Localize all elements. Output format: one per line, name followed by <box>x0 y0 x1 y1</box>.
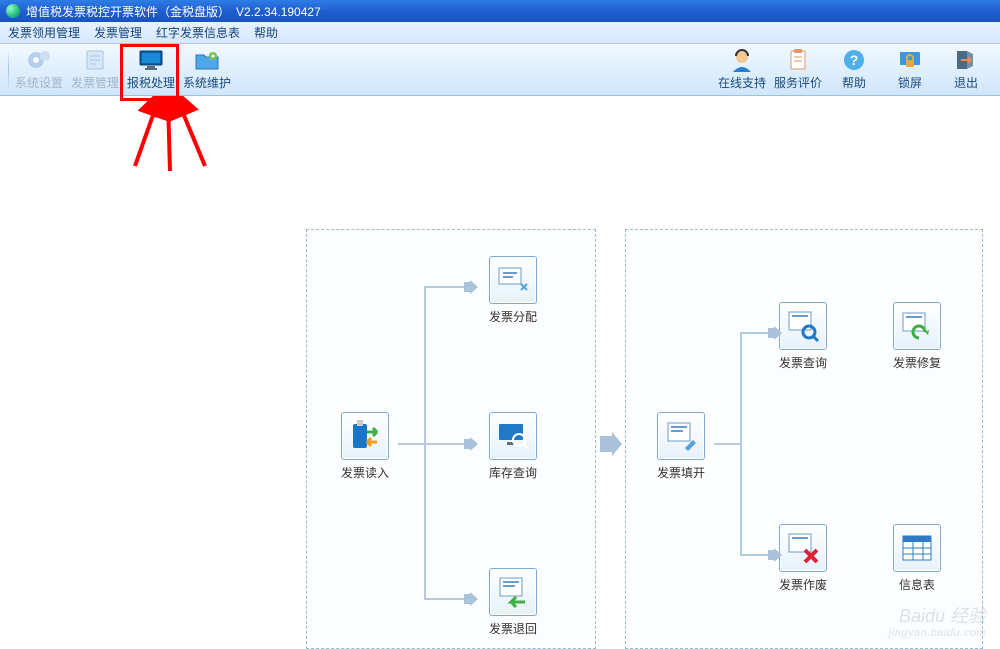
app-icon <box>6 4 20 18</box>
tool-label: 发票管理 <box>71 74 119 91</box>
node-label: 信息表 <box>899 576 935 593</box>
tool-invoice-mgmt[interactable]: 发票管理 <box>67 48 123 91</box>
divider <box>8 48 9 92</box>
lock-icon <box>896 48 924 72</box>
node-label: 发票分配 <box>489 308 537 325</box>
svg-text:?: ? <box>850 52 859 68</box>
tool-label: 报税处理 <box>127 74 175 91</box>
folder-gear-icon <box>193 48 221 72</box>
node-label: 库存查询 <box>489 464 537 481</box>
menu-invoice-collect[interactable]: 发票领用管理 <box>8 24 80 41</box>
tool-label: 退出 <box>954 74 978 91</box>
node-invoice-fill[interactable]: 发票填开 <box>650 412 712 481</box>
node-invoice-repair[interactable]: 发票修复 <box>886 302 948 371</box>
menu-invoice-mgmt[interactable]: 发票管理 <box>94 24 142 41</box>
arrow-right-icon <box>464 592 478 606</box>
help-icon: ? <box>840 48 868 72</box>
clipboard-icon <box>784 48 812 72</box>
node-invoice-return[interactable]: 发票退回 <box>482 568 544 637</box>
node-invoice-allocate[interactable]: 发票分配 <box>482 256 544 325</box>
tool-label: 系统设置 <box>15 74 63 91</box>
node-label: 发票修复 <box>893 354 941 371</box>
titlebar: 增值税发票税控开票软件（金税盘版） V2.2.34.190427 <box>0 0 1000 22</box>
node-stock-query[interactable]: 库存查询 <box>482 412 544 481</box>
tool-help[interactable]: ? 帮助 <box>826 48 882 91</box>
tool-exit[interactable]: 退出 <box>938 48 994 91</box>
connector <box>424 598 466 600</box>
invoice-repair-icon <box>893 302 941 350</box>
arrow-right-icon <box>464 280 478 294</box>
tool-label: 锁屏 <box>898 74 922 91</box>
invoice-edit-icon <box>657 412 705 460</box>
tool-label: 帮助 <box>842 74 866 91</box>
node-label: 发票作废 <box>779 576 827 593</box>
node-label: 发票填开 <box>657 464 705 481</box>
connector <box>740 554 770 556</box>
menubar: 发票领用管理 发票管理 红字发票信息表 帮助 <box>0 22 1000 44</box>
arrow-right-icon <box>464 437 478 451</box>
support-agent-icon <box>728 48 756 72</box>
tool-label: 服务评价 <box>774 74 822 91</box>
invoice-search-icon <box>779 302 827 350</box>
menu-red-invoice[interactable]: 红字发票信息表 <box>156 24 240 41</box>
tool-system-settings[interactable]: 系统设置 <box>11 48 67 91</box>
connector <box>424 286 466 288</box>
menu-help[interactable]: 帮助 <box>254 24 278 41</box>
connector <box>424 443 466 445</box>
connector <box>714 443 740 445</box>
node-invoice-read[interactable]: 发票读入 <box>334 412 396 481</box>
invoice-return-icon <box>489 568 537 616</box>
monitor-search-icon <box>489 412 537 460</box>
connector <box>740 332 770 334</box>
node-label: 发票查询 <box>779 354 827 371</box>
node-label: 发票退回 <box>489 620 537 637</box>
usb-import-icon <box>341 412 389 460</box>
invoice-void-icon <box>779 524 827 572</box>
tool-tax-report[interactable]: 报税处理 <box>123 48 179 91</box>
tool-label: 系统维护 <box>183 74 231 91</box>
tool-label: 在线支持 <box>718 74 766 91</box>
table-icon <box>893 524 941 572</box>
document-icon <box>81 48 109 72</box>
arrow-right-icon <box>768 326 782 340</box>
node-label: 发票读入 <box>341 464 389 481</box>
tool-service-eval[interactable]: 服务评价 <box>770 48 826 91</box>
tool-system-maint[interactable]: 系统维护 <box>179 48 235 91</box>
connector <box>398 443 424 445</box>
workflow-canvas: 发票读入 发票分配 库存查询 发票退回 发票填开 发票查询 <box>0 96 1000 645</box>
arrow-right-icon <box>768 548 782 562</box>
toolbar: 系统设置 发票管理 报税处理 系统维护 在线支持 服务评价 <box>0 44 1000 96</box>
exit-icon <box>952 48 980 72</box>
invoice-split-icon <box>489 256 537 304</box>
tool-online-support[interactable]: 在线支持 <box>714 48 770 91</box>
arrow-right-icon <box>598 432 624 456</box>
tool-lock[interactable]: 锁屏 <box>882 48 938 91</box>
connector <box>740 332 742 554</box>
monitor-icon <box>137 48 165 72</box>
gear-icon <box>25 48 53 72</box>
app-title: 增值税发票税控开票软件（金税盘版） V2.2.34.190427 <box>26 3 321 20</box>
node-info-table[interactable]: 信息表 <box>886 524 948 593</box>
